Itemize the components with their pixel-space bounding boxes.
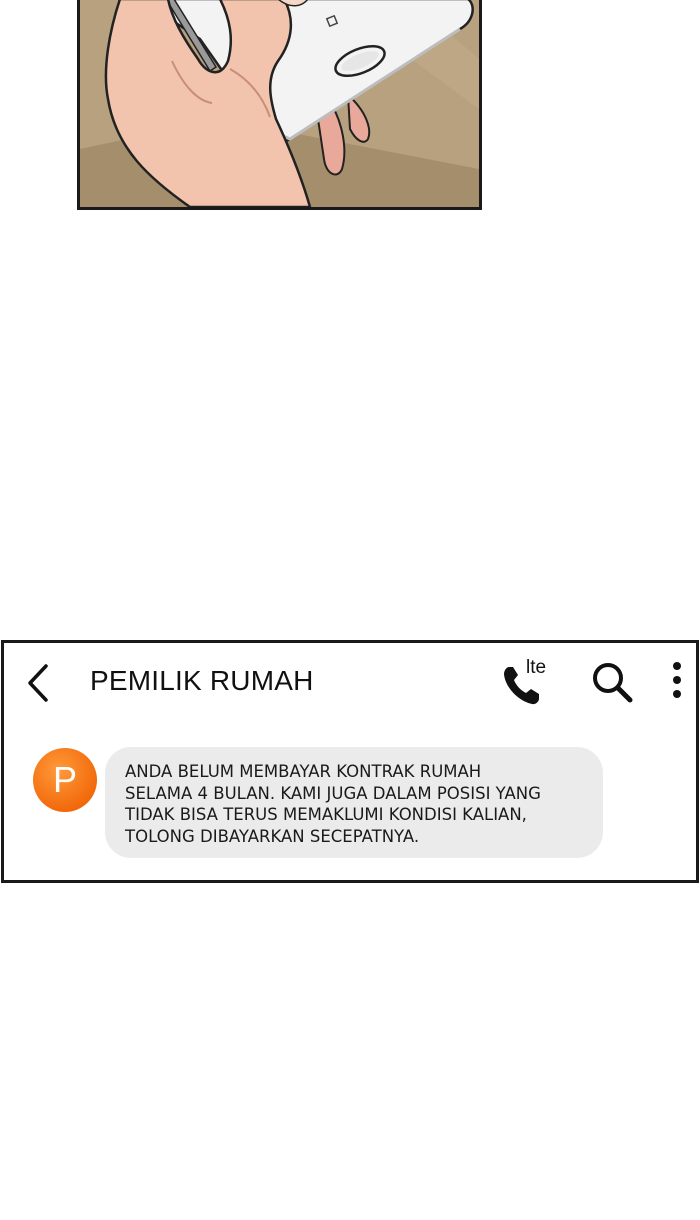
chevron-left-icon bbox=[28, 664, 48, 702]
contact-avatar: P bbox=[33, 748, 97, 812]
hand-phone-illustration bbox=[80, 0, 479, 207]
message-line: ANDA BELUM MEMBAYAR KONTRAK RUMAH bbox=[125, 762, 482, 781]
message-line: TIDAK BISA TERUS MEMAKLUMI KONDISI KALIA… bbox=[125, 805, 527, 824]
more-options-button[interactable] bbox=[667, 659, 687, 703]
call-button[interactable]: lte bbox=[502, 657, 554, 705]
comic-panel-hand-holding-phone bbox=[77, 0, 482, 210]
back-button[interactable] bbox=[24, 662, 58, 704]
sms-conversation-screen: PEMILIK RUMAH lte P ANDA BELUM MEMBAYAR … bbox=[1, 640, 699, 883]
message-line: TOLONG DIBAYARKAN SECEPATNYA. bbox=[125, 826, 420, 846]
message-bubble: ANDA BELUM MEMBAYAR KONTRAK RUMAH SELAMA… bbox=[105, 747, 603, 858]
lte-badge: lte bbox=[526, 657, 547, 678]
message-text: ANDA BELUM MEMBAYAR KONTRAK RUMAH SELAMA… bbox=[125, 761, 595, 847]
contact-name: PEMILIK RUMAH bbox=[90, 665, 314, 696]
message-line: SELAMA 4 BULAN. KAMI JUGA DALAM POSISI Y… bbox=[125, 783, 541, 803]
conversation-header: PEMILIK RUMAH lte bbox=[4, 643, 696, 721]
search-icon bbox=[593, 663, 633, 703]
search-button[interactable] bbox=[590, 660, 634, 704]
more-vertical-icon bbox=[673, 662, 681, 698]
